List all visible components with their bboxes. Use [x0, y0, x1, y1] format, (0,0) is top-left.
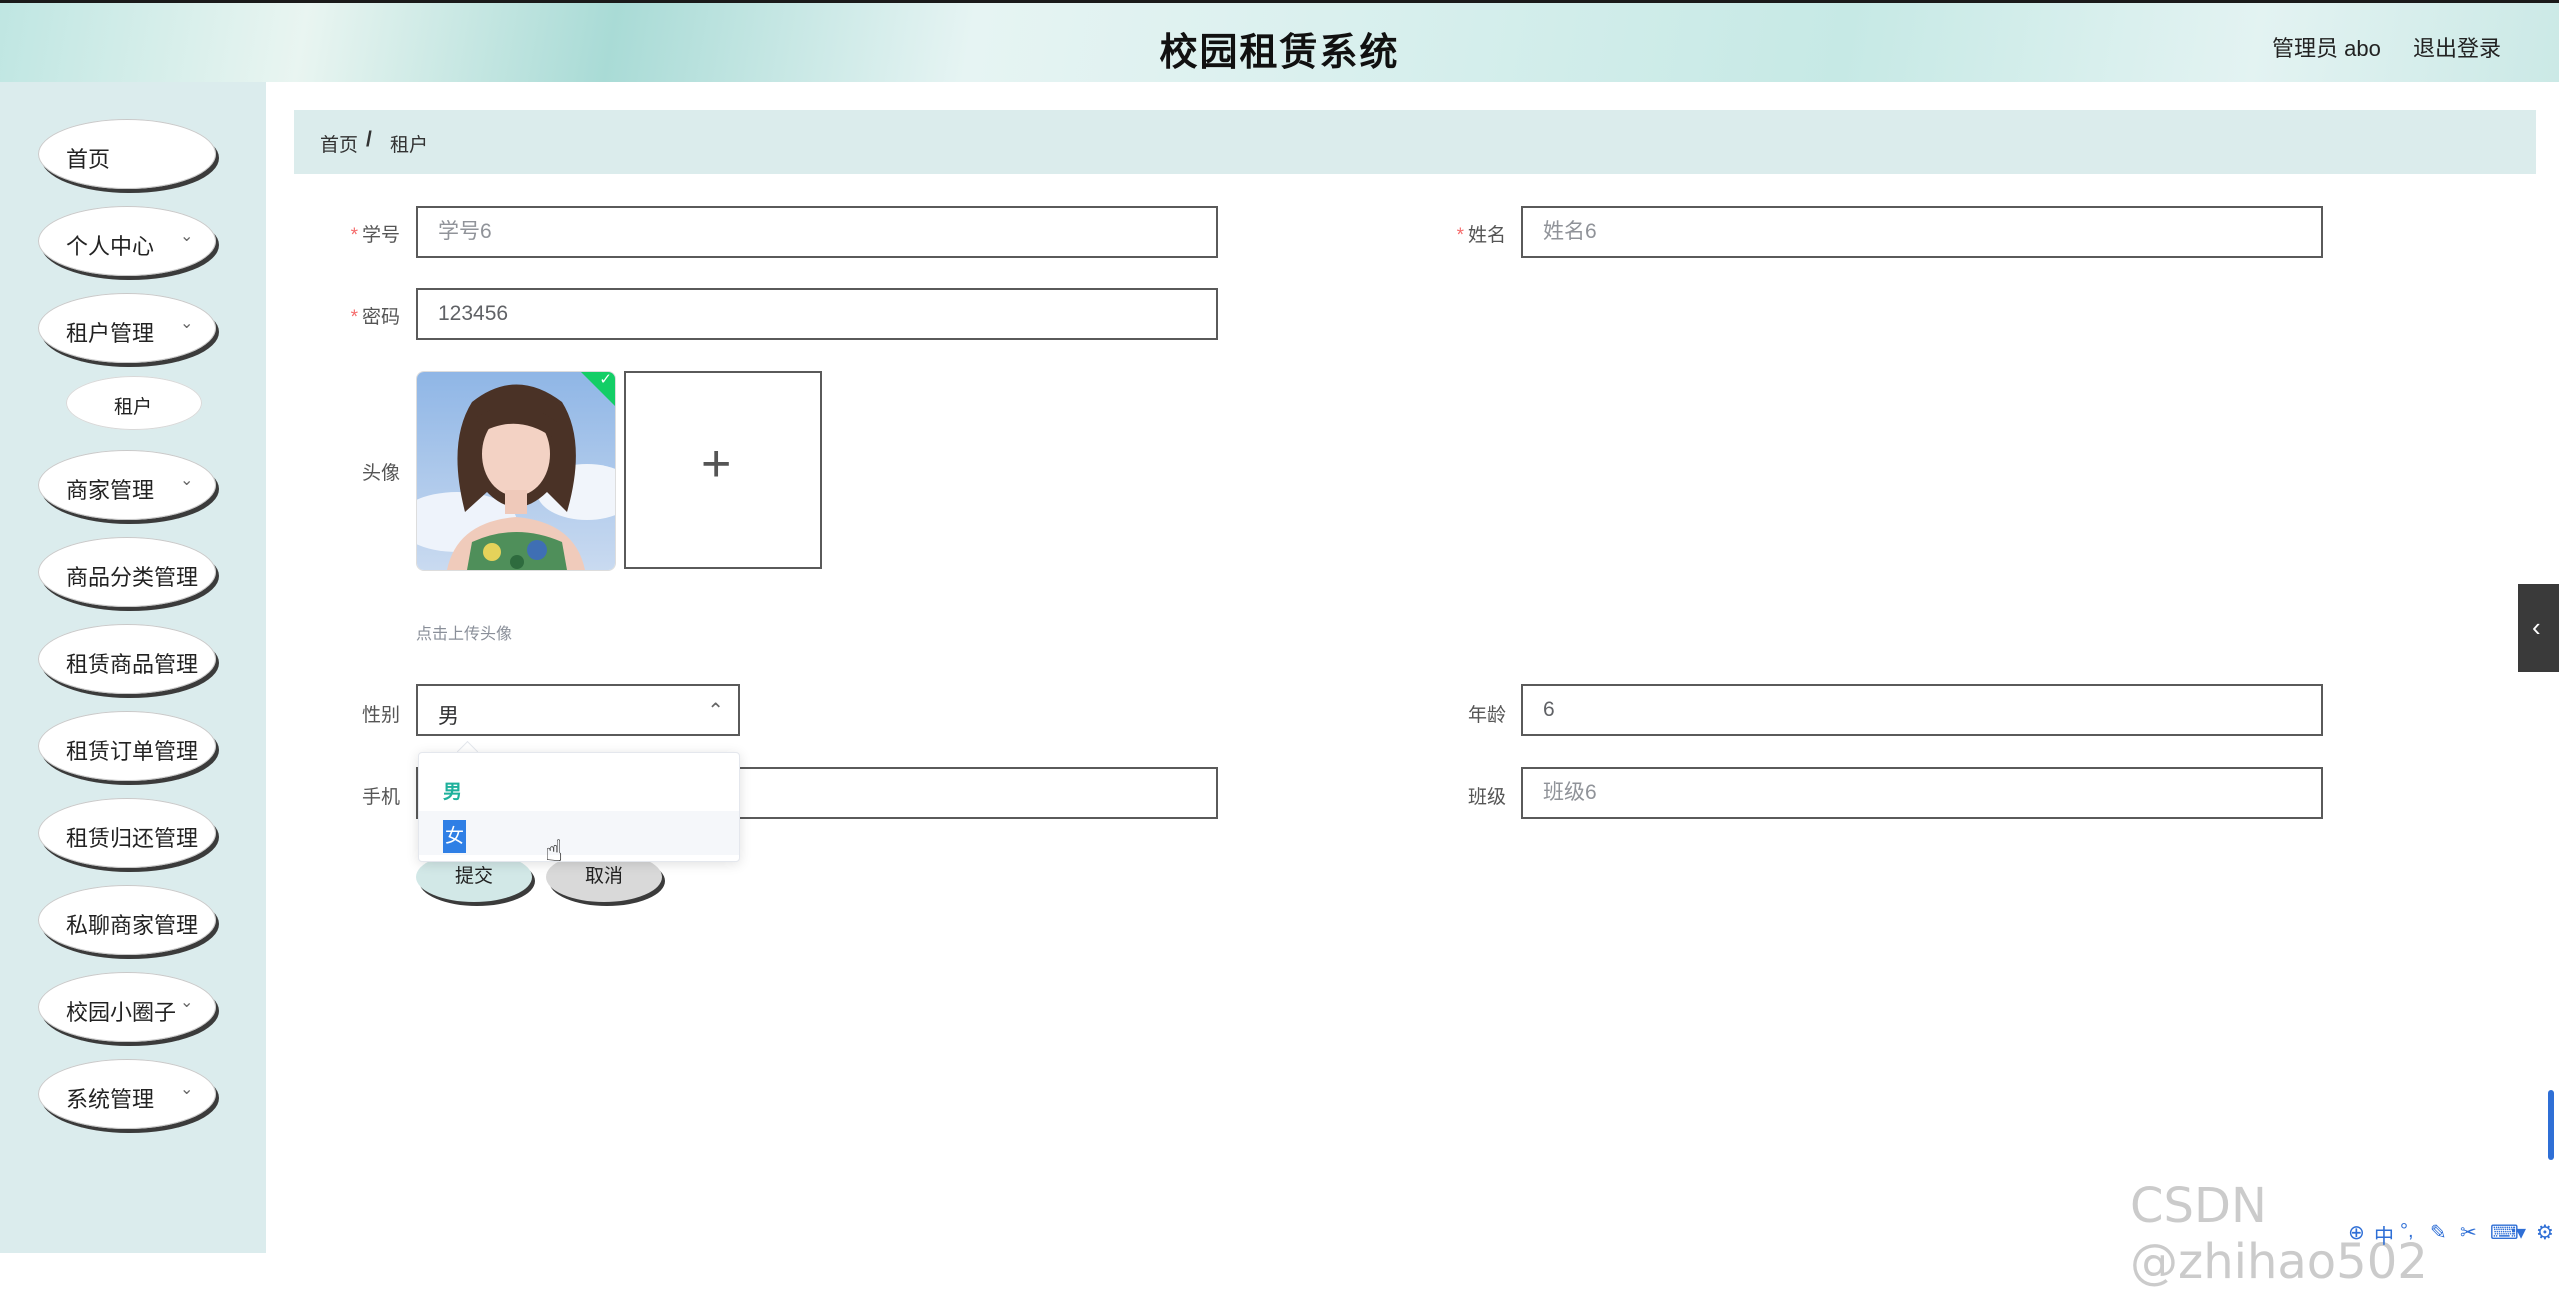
sidebar-item-label: 首页	[66, 147, 111, 172]
breadcrumb: 首页 / 租户	[294, 110, 2536, 174]
system-tray: ⊕ 中 °, ✎ ✂ ⌨ ▾ ⚙	[2300, 1210, 2559, 1253]
scrollbar-thumb[interactable]	[2548, 1090, 2554, 1160]
sidebar-item-label: 商品分类管理	[66, 565, 199, 590]
chevron-down-icon: ⌄	[180, 1081, 194, 1098]
sidebar-item-label: 租户管理	[66, 321, 155, 346]
keyboard-icon[interactable]: ⌨	[2490, 1220, 2519, 1245]
breadcrumb-separator: /	[366, 128, 372, 151]
password-label: * 密码	[350, 307, 400, 328]
app-title: 校园租赁系统	[1159, 32, 1400, 74]
logout-link[interactable]: 退出登录	[2413, 31, 2501, 63]
ime-logo-icon: ⊕	[2348, 1222, 2365, 1244]
required-mark: *	[1456, 225, 1464, 246]
sidebar-item-campus-circle[interactable]: 校园小圈子 ⌄	[38, 972, 216, 1042]
side-panel-toggle[interactable]: ‹	[2518, 584, 2559, 672]
sidebar-item-label: 系统管理	[66, 1087, 155, 1112]
sidebar-subitem-label: 租户	[114, 397, 153, 418]
phone-label: 手机	[361, 787, 400, 808]
pen-icon[interactable]: ✎	[2430, 1220, 2447, 1245]
breadcrumb-home[interactable]: 首页	[320, 130, 358, 157]
sidebar-item-label: 租赁订单管理	[66, 739, 199, 764]
scissors-icon[interactable]: ✂	[2460, 1220, 2477, 1245]
chevron-left-icon: ‹	[2532, 612, 2541, 642]
gear-icon[interactable]: ⚙	[2536, 1220, 2554, 1245]
sidebar-item-category-management[interactable]: 商品分类管理	[38, 537, 216, 607]
sidebar-item-label: 个人中心	[66, 234, 155, 259]
app-header: 校园租赁系统 管理员 abo 退出登录	[0, 0, 2559, 82]
sidebar-item-merchant-management[interactable]: 商家管理 ⌄	[38, 450, 216, 520]
ime-punct-icon[interactable]: °,	[2400, 1220, 2414, 1243]
current-user: 管理员 abo	[2272, 36, 2381, 61]
sidebar-item-label: 租赁归还管理	[66, 826, 199, 851]
age-input[interactable]: 6	[1521, 684, 2323, 736]
sidebar-item-label: 校园小圈子	[66, 1000, 177, 1025]
avatar-image[interactable]: ✓	[416, 371, 616, 571]
gender-dropdown: 男 女	[418, 752, 740, 862]
chevron-down-icon: ⌄	[180, 315, 194, 332]
plus-icon: +	[701, 435, 732, 493]
sidebar-item-system-management[interactable]: 系统管理 ⌄	[38, 1059, 216, 1129]
chevron-down-icon: ⌄	[180, 994, 194, 1011]
name-label: * 姓名	[1456, 225, 1506, 246]
student-id-input[interactable]: 学号6	[416, 206, 1218, 258]
sidebar-item-tenant-management[interactable]: 租户管理 ⌄	[38, 293, 216, 363]
avatar-upload-button[interactable]: +	[624, 371, 822, 569]
sidebar-item-rental-goods[interactable]: 租赁商品管理	[38, 624, 216, 694]
check-icon: ✓	[599, 371, 612, 388]
sidebar-item-private-chat[interactable]: 私聊商家管理	[38, 885, 216, 955]
gender-label: 性别	[361, 705, 400, 726]
class-label: 班级	[1467, 787, 1506, 808]
breadcrumb-current: 租户	[390, 135, 429, 156]
hand-pointer-icon: ☝	[545, 835, 564, 868]
required-mark: *	[350, 307, 358, 328]
sidebar-item-rental-orders[interactable]: 租赁订单管理	[38, 711, 216, 781]
sidebar-item-rental-returns[interactable]: 租赁归还管理	[38, 798, 216, 868]
ime-mode-icon[interactable]: 中	[2374, 1220, 2394, 1249]
class-input[interactable]: 班级6	[1521, 767, 2323, 819]
password-input[interactable]: 123456	[416, 288, 1218, 340]
student-id-label: * 学号	[350, 225, 400, 246]
sidebar-subitem-tenant[interactable]: 租户	[66, 376, 202, 430]
shirt-icon[interactable]: ▾	[2516, 1220, 2526, 1245]
sidebar-item-label: 商家管理	[66, 478, 155, 503]
gender-select-value: 男	[438, 705, 459, 728]
sidebar-item-home[interactable]: 首页	[38, 119, 216, 189]
chevron-down-icon: ⌄	[180, 228, 194, 245]
sidebar-item-label: 私聊商家管理	[66, 913, 199, 938]
required-mark: *	[350, 225, 358, 246]
gender-option-male[interactable]: 男	[419, 767, 739, 811]
avatar-label: 头像	[361, 463, 400, 484]
sidebar-item-profile[interactable]: 个人中心 ⌄	[38, 206, 216, 276]
gender-select[interactable]: 男 ⌃	[416, 684, 740, 736]
gender-option-female[interactable]: 女	[419, 811, 739, 855]
avatar-upload-tip: 点击上传头像	[416, 626, 513, 643]
age-label: 年龄	[1467, 705, 1506, 726]
sidebar-item-label: 租赁商品管理	[66, 652, 199, 677]
chevron-up-icon: ⌃	[707, 700, 724, 722]
sidebar: 首页 个人中心 ⌄ 租户管理 ⌄ 租户 商家管理 ⌄ 商品分类管理 租赁商品管理…	[0, 82, 266, 1253]
name-input[interactable]: 姓名6	[1521, 206, 2323, 258]
chevron-down-icon: ⌄	[180, 472, 194, 489]
